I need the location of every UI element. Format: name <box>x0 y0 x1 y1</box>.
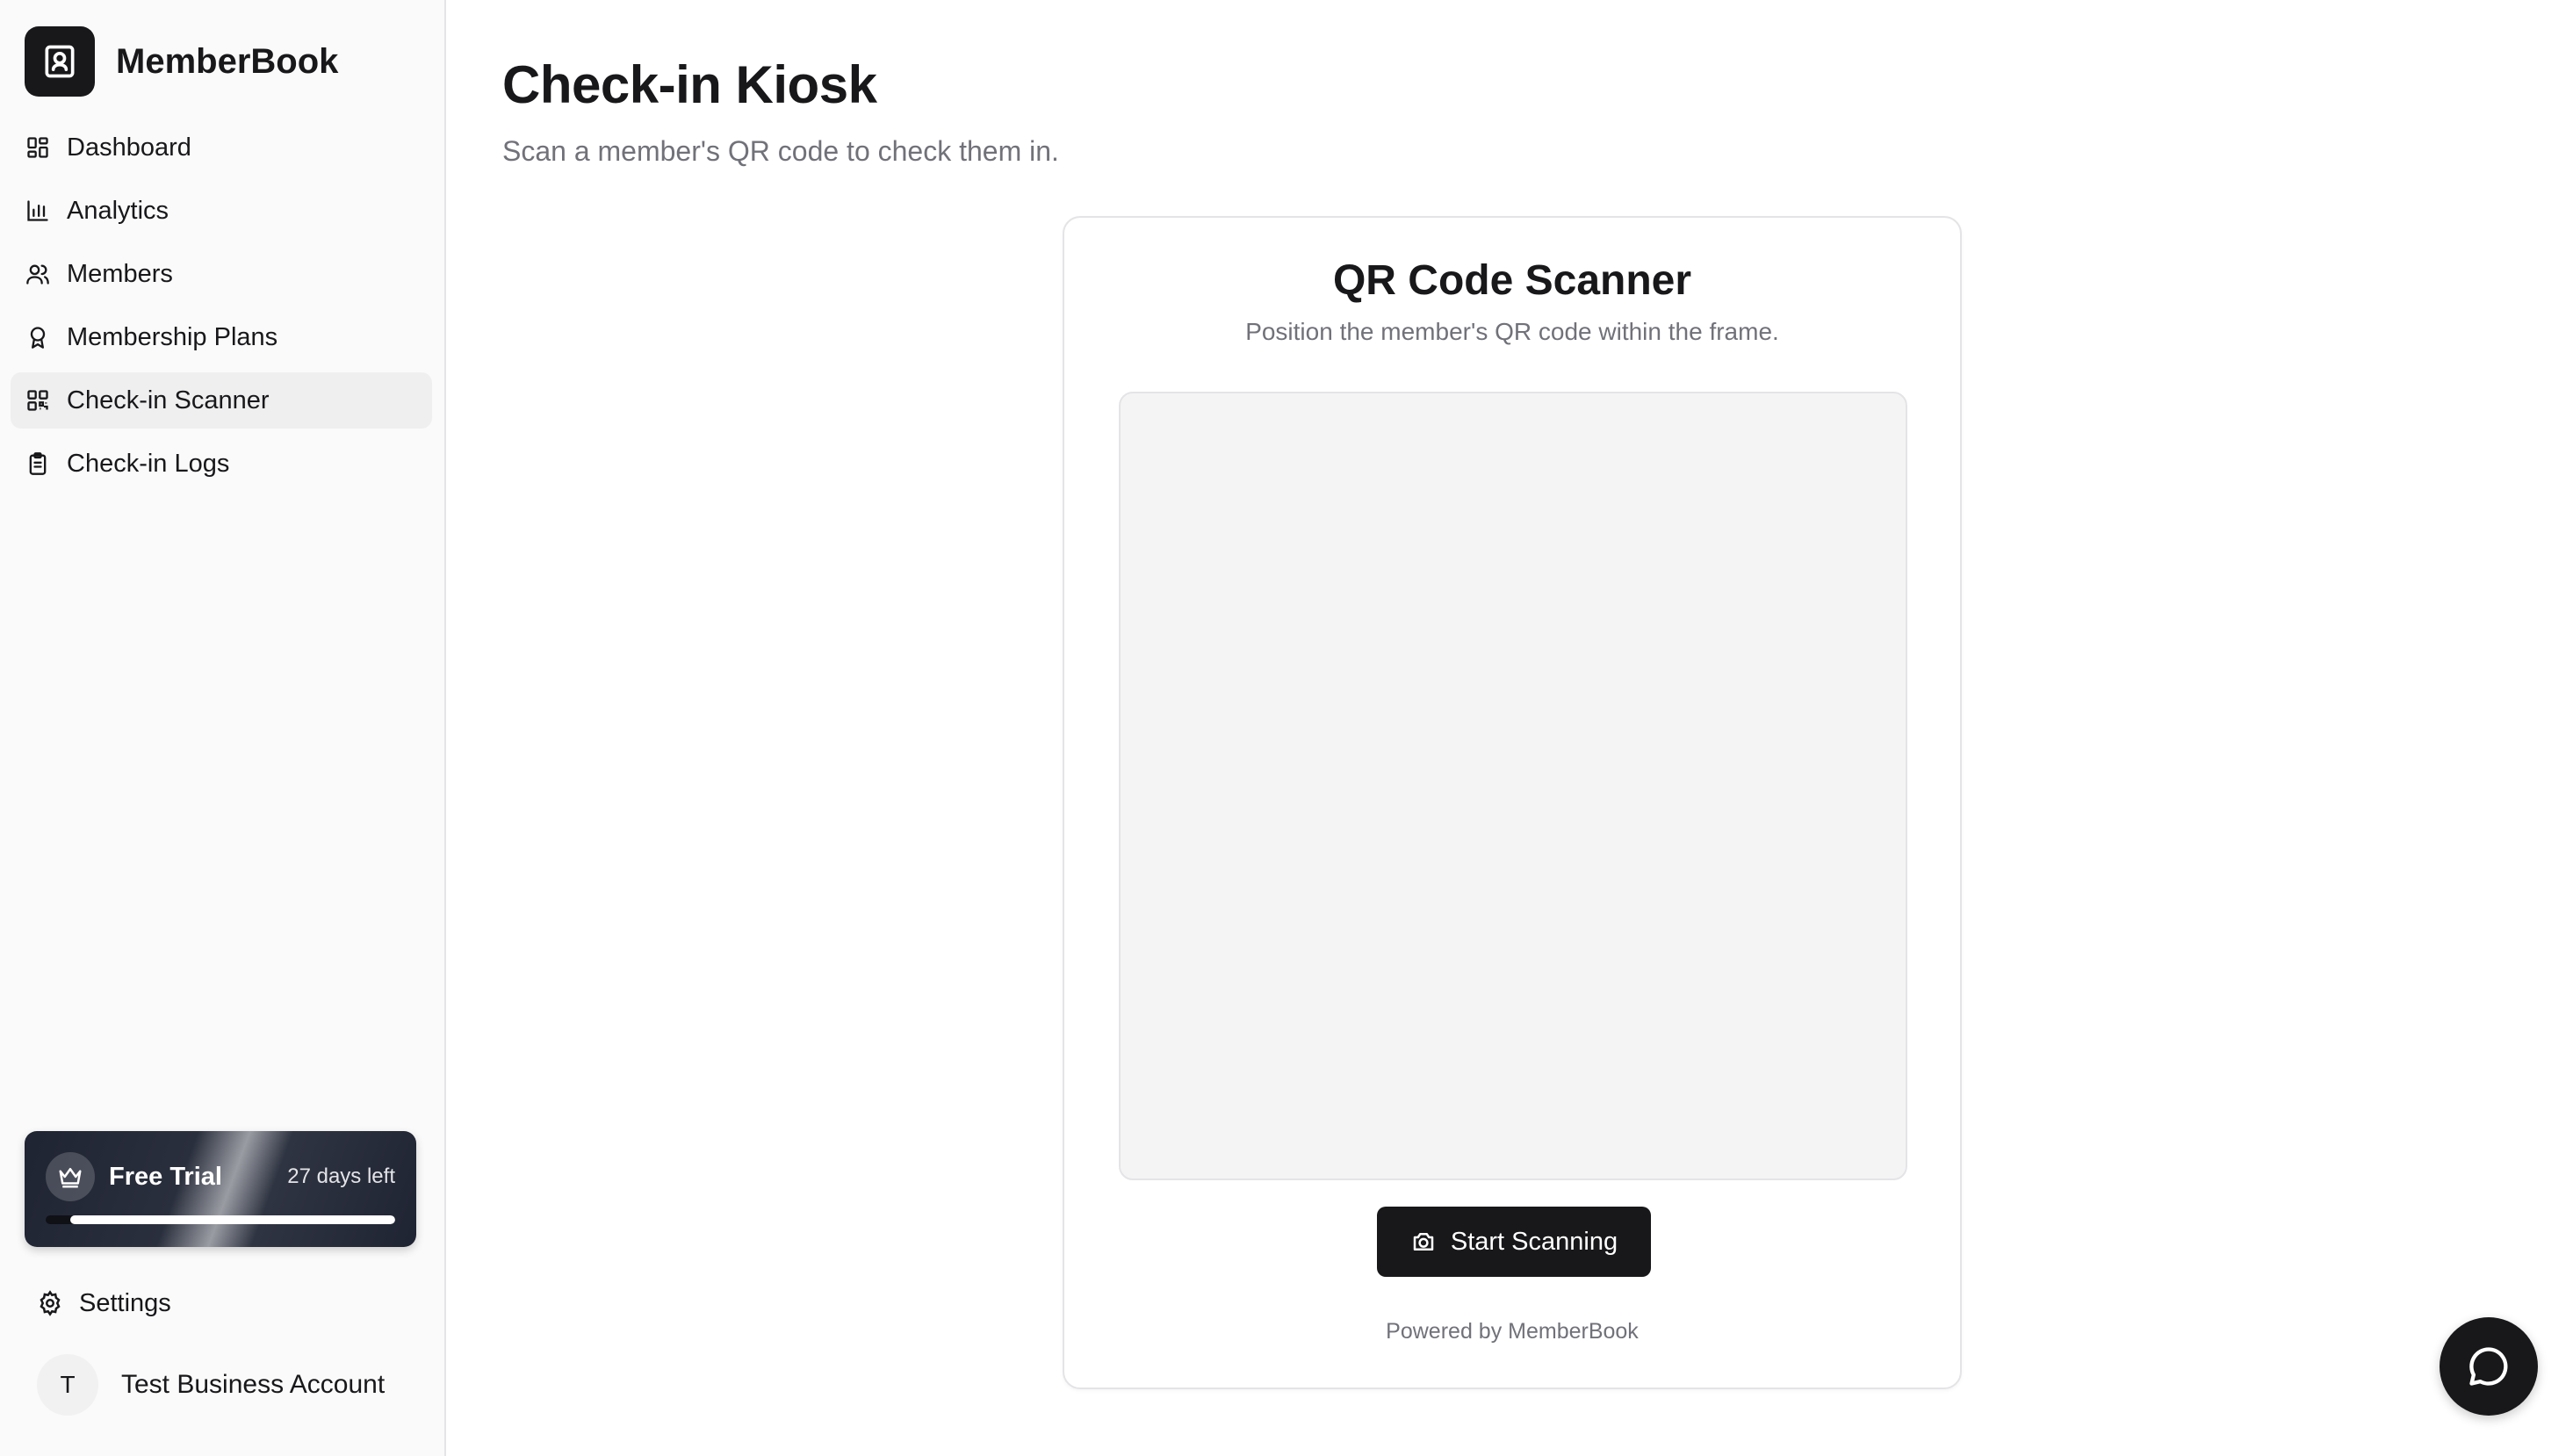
page-subtitle: Scan a member's QR code to check them in… <box>502 135 1059 167</box>
chat-bubble-icon <box>2466 1344 2512 1389</box>
qr-code-icon <box>25 387 51 414</box>
start-scanning-label: Start Scanning <box>1450 1227 1618 1256</box>
scanner-subtitle: Position the member's QR code within the… <box>1245 318 1779 345</box>
gear-icon <box>37 1290 63 1316</box>
sidebar-item-members[interactable]: Members <box>11 246 432 302</box>
qr-scanner-card: QR Code Scanner Position the member's QR… <box>1063 216 1962 1389</box>
trial-days-left: 27 days left <box>287 1164 395 1188</box>
sidebar: MemberBook Dashboard Analytics Members M… <box>0 0 446 1456</box>
sidebar-item-check-in-logs[interactable]: Check-in Logs <box>11 436 432 492</box>
sidebar-item-label: Membership Plans <box>67 322 278 351</box>
sidebar-item-label: Analytics <box>67 196 169 225</box>
sidebar-item-membership-plans[interactable]: Membership Plans <box>11 309 432 365</box>
sidebar-item-label: Check-in Scanner <box>67 386 270 414</box>
settings-label: Settings <box>79 1288 171 1317</box>
sidebar-item-label: Dashboard <box>67 133 191 162</box>
page-title: Check-in Kiosk <box>502 55 877 114</box>
sidebar-item-check-in-scanner[interactable]: Check-in Scanner <box>11 372 432 429</box>
brand[interactable]: MemberBook <box>25 26 338 97</box>
crown-icon <box>46 1152 95 1201</box>
trial-progress-bar <box>46 1215 395 1224</box>
main-content: Check-in Kiosk Scan a member's QR code t… <box>446 0 2573 1456</box>
clipboard-icon <box>25 450 51 477</box>
start-scanning-button[interactable]: Start Scanning <box>1377 1207 1651 1277</box>
free-trial-card[interactable]: Free Trial 27 days left <box>25 1131 416 1247</box>
memberbook-logo-icon <box>25 26 95 97</box>
avatar: T <box>37 1354 98 1416</box>
scanner-viewport <box>1119 392 1907 1180</box>
chat-button[interactable] <box>2440 1317 2538 1416</box>
app-root: MemberBook Dashboard Analytics Members M… <box>0 0 2573 1456</box>
trial-progress-fill <box>69 1215 395 1224</box>
scanner-title: QR Code Scanner <box>1332 257 1692 304</box>
powered-by-text: Powered by MemberBook <box>1386 1319 1639 1344</box>
account-name: Test Business Account <box>121 1370 386 1399</box>
app-name: MemberBook <box>116 41 339 81</box>
settings-button[interactable]: Settings <box>25 1277 416 1330</box>
bar-chart-icon <box>25 198 51 224</box>
sidebar-item-analytics[interactable]: Analytics <box>11 183 432 239</box>
account-menu[interactable]: T Test Business Account <box>25 1352 416 1417</box>
sidebar-item-dashboard[interactable]: Dashboard <box>11 119 432 176</box>
dashboard-icon <box>25 134 51 161</box>
users-icon <box>25 261 51 287</box>
award-icon <box>25 324 51 350</box>
sidebar-item-label: Members <box>67 259 173 288</box>
sidebar-nav: Dashboard Analytics Members Membership P… <box>11 119 432 499</box>
trial-title: Free Trial <box>109 1163 222 1191</box>
sidebar-item-label: Check-in Logs <box>67 449 230 478</box>
camera-icon <box>1410 1229 1437 1255</box>
